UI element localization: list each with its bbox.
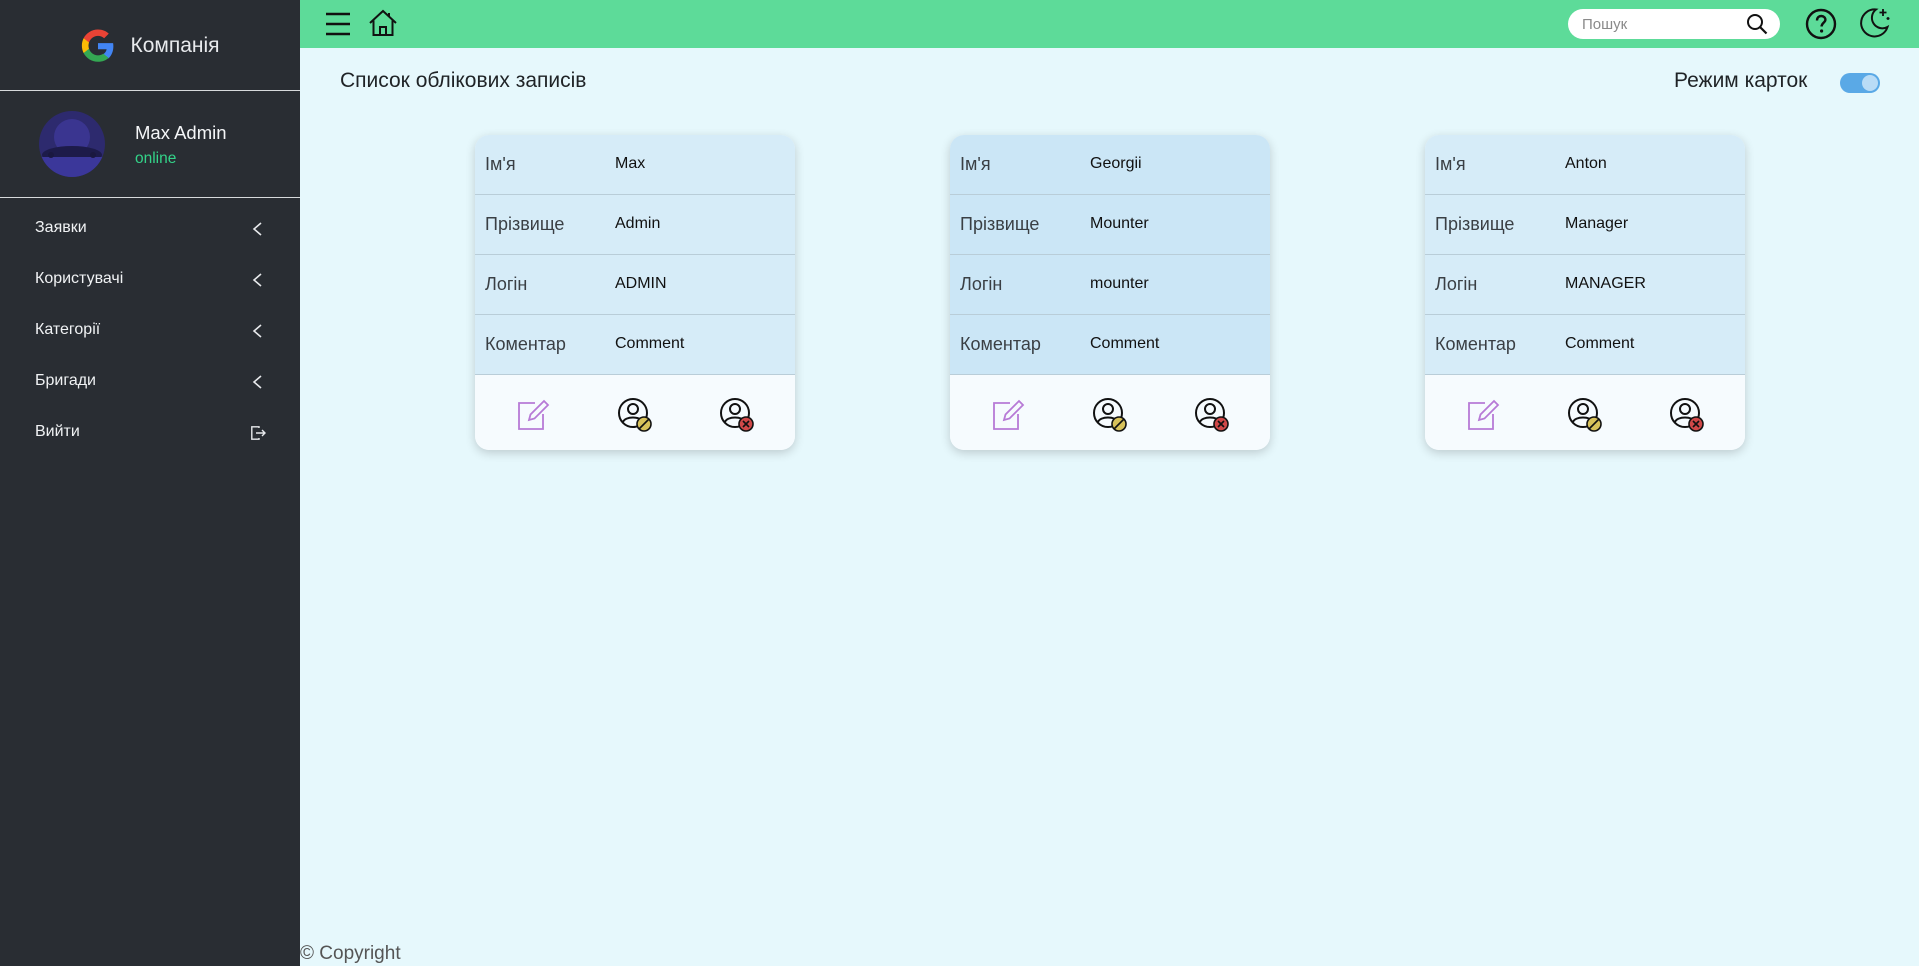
search-icon[interactable] xyxy=(1746,13,1768,35)
card-mode-toggle[interactable] xyxy=(1840,73,1880,93)
delete-user-icon[interactable] xyxy=(1194,397,1230,433)
card-mode-label: Режим карток xyxy=(1674,69,1808,92)
user-panel: Max Admin online xyxy=(0,91,300,198)
search-box xyxy=(1568,9,1780,39)
card-row-login: Логін ADMIN xyxy=(475,255,795,315)
brand[interactable]: Компанія xyxy=(0,0,300,91)
field-label: Коментар xyxy=(485,334,566,354)
field-value: mounter xyxy=(1090,275,1149,292)
field-value: Comment xyxy=(615,335,685,352)
chevron-left-icon xyxy=(250,374,266,390)
field-value: Manager xyxy=(1565,215,1629,232)
card-row-comment: Коментар Comment xyxy=(475,315,795,375)
card-row-first-name: Ім'я Georgii xyxy=(950,135,1270,195)
field-label: Коментар xyxy=(960,334,1041,354)
field-label: Ім'я xyxy=(960,154,991,174)
field-value: Comment xyxy=(1090,335,1160,352)
card-row-login: Логін mounter xyxy=(950,255,1270,315)
home-icon[interactable] xyxy=(368,8,398,38)
delete-user-icon[interactable] xyxy=(719,397,755,433)
card-actions xyxy=(475,375,795,450)
block-user-icon[interactable] xyxy=(1567,397,1603,433)
card-row-first-name: Ім'я Anton xyxy=(1425,135,1745,195)
logout-icon xyxy=(250,425,266,441)
sidebar-item-categories[interactable]: Категорії xyxy=(0,306,300,357)
account-card: Ім'я Max Прізвище Admin Логін ADMIN Коме… xyxy=(475,135,795,450)
sidebar: Компанія Max Admin online Заявки Користу… xyxy=(0,0,300,966)
sidebar-item-label: Категорії xyxy=(35,321,101,338)
account-card: Ім'я Georgii Прізвище Mounter Логін moun… xyxy=(950,135,1270,450)
field-label: Прізвище xyxy=(485,214,565,234)
field-value: ADMIN xyxy=(615,275,667,292)
search-input[interactable] xyxy=(1582,9,1742,39)
card-actions xyxy=(950,375,1270,450)
account-card: Ім'я Anton Прізвище Manager Логін MANAGE… xyxy=(1425,135,1745,450)
block-user-icon[interactable] xyxy=(617,397,653,433)
card-row-last-name: Прізвище Manager xyxy=(1425,195,1745,255)
sidebar-item-logout[interactable]: Вийти xyxy=(0,408,300,459)
field-value: Mounter xyxy=(1090,215,1149,232)
field-value: Admin xyxy=(615,215,661,232)
field-label: Прізвище xyxy=(960,214,1040,234)
sidebar-item-requests[interactable]: Заявки xyxy=(0,204,300,255)
field-label: Логін xyxy=(485,274,528,294)
field-value: Max xyxy=(615,155,646,172)
field-value: MANAGER xyxy=(1565,275,1646,292)
delete-user-icon[interactable] xyxy=(1669,397,1705,433)
edit-icon[interactable] xyxy=(515,397,551,433)
sidebar-item-label: Користувачі xyxy=(35,270,124,287)
card-actions xyxy=(1425,375,1745,450)
block-user-icon[interactable] xyxy=(1092,397,1128,433)
footer-copyright: © Copyright xyxy=(300,943,401,964)
field-value: Comment xyxy=(1565,335,1635,352)
card-row-comment: Коментар Comment xyxy=(1425,315,1745,375)
field-value: Georgii xyxy=(1090,155,1142,172)
page-title: Список облікових записів xyxy=(340,69,587,92)
user-status: online xyxy=(135,150,177,167)
toggle-knob xyxy=(1862,75,1878,91)
theme-toggle-icon[interactable] xyxy=(1857,6,1891,40)
field-label: Прізвище xyxy=(1435,214,1515,234)
help-icon[interactable] xyxy=(1805,8,1837,40)
edit-icon[interactable] xyxy=(1465,397,1501,433)
field-label: Ім'я xyxy=(485,154,516,174)
company-name: Компанія xyxy=(130,34,220,57)
google-logo-icon xyxy=(82,29,114,62)
card-row-last-name: Прізвище Admin xyxy=(475,195,795,255)
card-row-login: Логін MANAGER xyxy=(1425,255,1745,315)
menu-icon[interactable] xyxy=(325,10,351,38)
chevron-left-icon xyxy=(250,272,266,288)
field-label: Логін xyxy=(1435,274,1478,294)
edit-icon[interactable] xyxy=(990,397,1026,433)
top-bar xyxy=(300,0,1919,48)
field-label: Коментар xyxy=(1435,334,1516,354)
field-label: Ім'я xyxy=(1435,154,1466,174)
avatar-image xyxy=(39,111,105,177)
field-value: Anton xyxy=(1565,155,1607,172)
sidebar-item-label: Заявки xyxy=(35,219,87,236)
card-row-comment: Коментар Comment xyxy=(950,315,1270,375)
chevron-left-icon xyxy=(250,221,266,237)
avatar[interactable] xyxy=(39,111,105,177)
field-label: Логін xyxy=(960,274,1003,294)
chevron-left-icon xyxy=(250,323,266,339)
card-row-first-name: Ім'я Max xyxy=(475,135,795,195)
sidebar-item-brigades[interactable]: Бригади xyxy=(0,357,300,408)
sidebar-item-users[interactable]: Користувачі xyxy=(0,255,300,306)
user-name: Max Admin xyxy=(135,122,227,143)
card-row-last-name: Прізвище Mounter xyxy=(950,195,1270,255)
sidebar-item-label: Вийти xyxy=(35,423,80,440)
sidebar-item-label: Бригади xyxy=(35,372,96,389)
